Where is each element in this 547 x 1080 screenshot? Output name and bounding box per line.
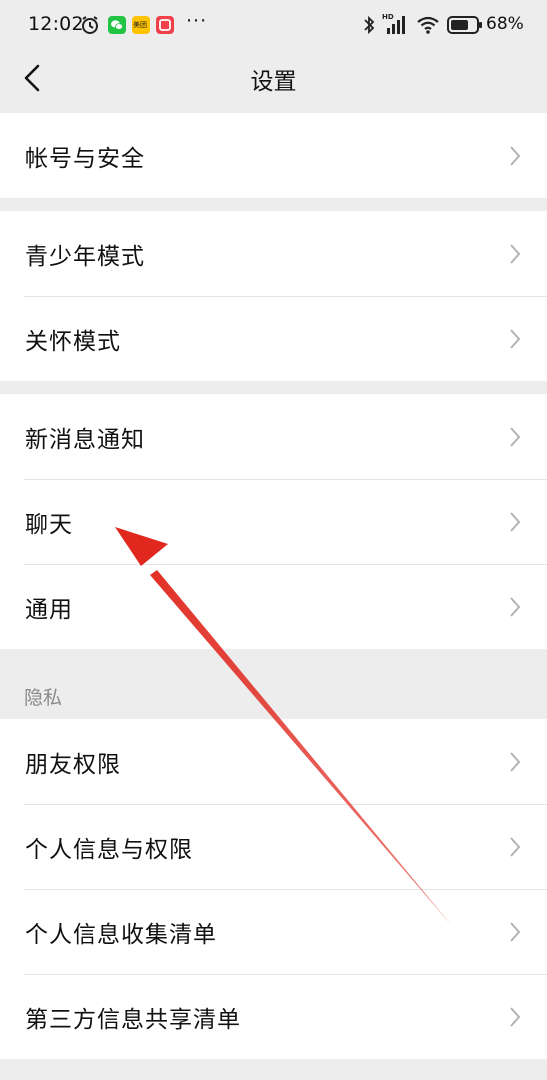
- settings-item-friend-permissions[interactable]: 朋友权限: [0, 719, 547, 804]
- settings-item-personal-info-collection[interactable]: 个人信息收集清单: [0, 889, 547, 974]
- settings-item-label: 聊天: [25, 512, 73, 538]
- settings-item-teen-mode[interactable]: 青少年模式: [0, 211, 547, 296]
- settings-item-label: 个人信息收集清单: [25, 922, 217, 948]
- chevron-right-icon: [510, 427, 521, 447]
- settings-item-third-party-sharing[interactable]: 第三方信息共享清单: [0, 974, 547, 1059]
- signal-hd-icon: HD: [382, 13, 410, 36]
- settings-item-label: 青少年模式: [25, 244, 145, 270]
- settings-item-notifications[interactable]: 新消息通知: [0, 394, 547, 479]
- settings-item-label: 朋友权限: [25, 752, 121, 778]
- chevron-right-icon: [510, 752, 521, 772]
- more-notifications-icon: ···: [186, 10, 208, 32]
- chevron-right-icon: [510, 922, 521, 942]
- battery-percent: 68%: [486, 14, 524, 34]
- wifi-icon: [417, 16, 439, 34]
- section-header-privacy: 隐私: [24, 687, 63, 709]
- battery-icon: [447, 16, 482, 34]
- settings-item-label: 关怀模式: [25, 329, 121, 355]
- status-bar: 12:02 美团 ··· HD 68%: [0, 0, 547, 50]
- settings-group-modes: 青少年模式 关怀模式: [0, 211, 547, 381]
- red-app-icon: [156, 16, 174, 34]
- chevron-right-icon: [510, 597, 521, 617]
- chevron-right-icon: [510, 512, 521, 532]
- settings-item-account-security[interactable]: 帐号与安全: [0, 113, 547, 198]
- settings-group-account: 帐号与安全: [0, 113, 547, 198]
- settings-item-chat[interactable]: 聊天: [0, 479, 547, 564]
- nav-bar: 设置: [0, 50, 547, 112]
- alarm-icon: [82, 16, 98, 34]
- bluetooth-icon: [364, 15, 375, 35]
- settings-group-general: 新消息通知 聊天 通用: [0, 394, 547, 649]
- chevron-right-icon: [510, 244, 521, 264]
- settings-item-label: 新消息通知: [25, 427, 145, 453]
- settings-item-personal-info-permissions[interactable]: 个人信息与权限: [0, 804, 547, 889]
- settings-item-care-mode[interactable]: 关怀模式: [0, 296, 547, 381]
- settings-group-privacy: 朋友权限 个人信息与权限 个人信息收集清单 第三方信息共享清单: [0, 719, 547, 1059]
- chevron-right-icon: [510, 146, 521, 166]
- settings-item-label: 帐号与安全: [25, 146, 145, 172]
- status-time: 12:02: [28, 13, 84, 35]
- chevron-right-icon: [510, 329, 521, 349]
- meituan-app-icon: 美团: [132, 16, 150, 34]
- settings-item-general[interactable]: 通用: [0, 564, 547, 649]
- settings-item-label: 通用: [25, 597, 73, 623]
- chevron-right-icon: [510, 837, 521, 857]
- meituan-app-label: 美团: [133, 21, 147, 29]
- settings-item-label: 个人信息与权限: [25, 837, 193, 863]
- settings-item-label: 第三方信息共享清单: [25, 1007, 241, 1033]
- page-title: 设置: [250, 69, 297, 95]
- chevron-right-icon: [510, 1007, 521, 1027]
- wechat-app-icon: [108, 16, 126, 34]
